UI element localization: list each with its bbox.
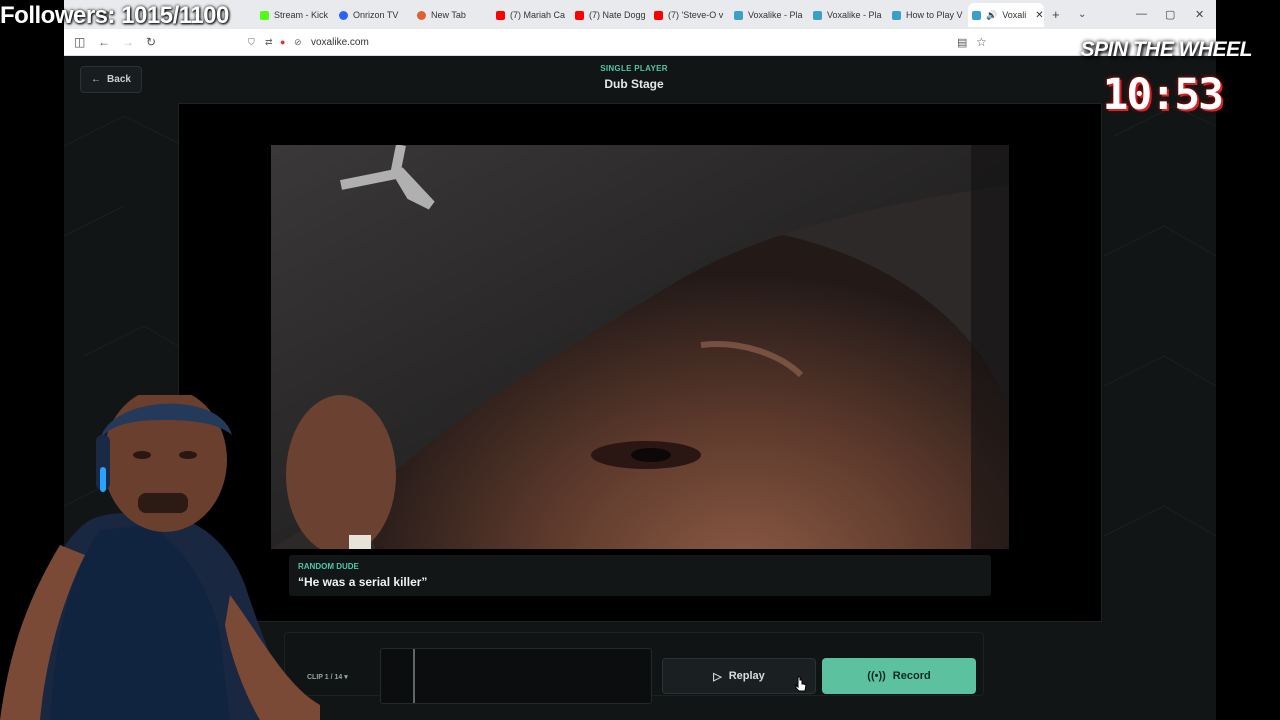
reader-view-icon[interactable]: ▤ [957,36,967,49]
voxalike-icon [972,10,981,20]
browser-tab[interactable]: New Tab [417,6,489,24]
voxalike-icon [813,10,822,20]
followers-counter: Followers: 1015/1100 [0,2,229,29]
kick-icon [260,10,269,20]
url-bar[interactable]: voxalike.com [311,37,369,48]
chevron-down-icon[interactable]: ⌄ [1078,9,1086,20]
browser-tab[interactable]: Onrizon TV [339,6,409,24]
chevron-down-icon: ▾ [344,674,348,681]
shield-icon[interactable]: ⛉ [248,37,255,48]
tab-label: (7) 'Steve-O v [668,10,724,20]
waveform-display[interactable] [380,648,652,704]
tab-label: Onrizon TV [353,10,399,20]
video-frame-image [271,145,1009,549]
browser-tab-active[interactable]: 🔊 Voxali ✕ [968,3,1044,27]
video-clip[interactable] [271,145,1009,549]
nav-bar: ◫ ← → ↻ ⛉ ⇄ ● ⊘ voxalike.com ▤ ☆ [64,29,1216,56]
replay-button[interactable]: ▷ Replay [662,658,816,694]
browser-tab[interactable]: (7) Nate Dogg [575,6,647,24]
tab-label: New Tab [431,10,466,20]
countdown-timer: 10:53 [1102,70,1224,120]
tab-label: (7) Nate Dogg [589,10,646,20]
streamer-webcam-image [0,395,320,720]
microphone-icon[interactable]: ● [280,37,285,47]
reload-icon[interactable]: ↻ [146,35,156,49]
sidebar-icon[interactable]: ◫ [74,35,85,49]
mode-label: SINGLE PLAYER [600,64,668,73]
firefox-icon [417,10,426,20]
permissions-icon[interactable]: ⇄ [265,37,273,48]
onrizon-icon [339,10,348,20]
youtube-icon [575,10,584,20]
browser-tab[interactable]: How to Play V [892,6,964,24]
new-tab-icon[interactable]: + [1052,7,1060,22]
close-window-icon[interactable]: ✕ [1195,8,1204,21]
camera-off-icon[interactable]: ⊘ [294,37,302,48]
browser-tab[interactable]: Voxalike - Pla [734,6,806,24]
tab-label: Voxali [1002,10,1027,20]
minimize-icon[interactable]: — [1136,8,1147,20]
spin-the-wheel-title: SPIN THE WHEEL [1080,38,1252,61]
tab-label: How to Play V [906,10,963,20]
browser-tab[interactable]: Stream - Kick [260,6,330,24]
close-icon[interactable]: ✕ [1035,10,1043,21]
broadcast-icon: ((•)) [867,670,886,682]
back-arrow-icon[interactable]: ← [98,35,110,49]
youtube-icon [496,10,505,20]
youtube-icon [654,10,663,20]
page-title: Dub Stage [604,77,664,91]
voxalike-icon [892,10,901,20]
recording-controls: CLIP 1 / 14 ▾ ▷ Replay ((•)) Record [284,632,984,704]
record-button[interactable]: ((•)) Record [822,658,976,694]
speaker-icon: 🔊 [986,9,998,20]
browser-tab[interactable]: Voxalike - Pla [813,6,885,24]
playhead[interactable] [413,649,415,703]
caption-box: RANDOM DUDE “He was a serial killer” [289,555,991,596]
record-label: Record [892,670,931,682]
tab-label: Stream - Kick [274,10,329,20]
maximize-icon[interactable]: ▢ [1165,8,1175,21]
tab-label: Voxalike - Pla [827,10,882,20]
tab-label: Voxalike - Pla [748,10,803,20]
play-icon: ▷ [713,670,722,683]
voxalike-icon [734,10,743,20]
tab-bar: Stream - Kick Onrizon TV New Tab (7) Mar… [64,0,1216,29]
mouse-cursor-icon [795,676,807,692]
browser-tab[interactable]: (7) Mariah Ca [496,6,568,24]
browser-tab[interactable]: (7) 'Steve-O v [654,6,726,24]
replay-label: Replay [728,670,765,682]
bookmark-star-icon[interactable]: ☆ [976,35,987,49]
forward-arrow-icon[interactable]: → [122,35,134,49]
tab-label: (7) Mariah Ca [510,10,566,20]
